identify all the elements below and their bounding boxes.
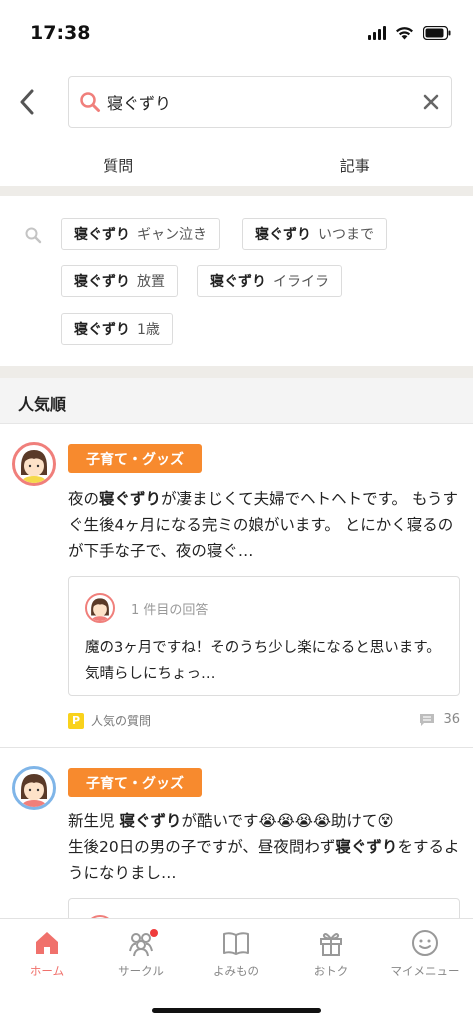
search-input[interactable]: 寝ぐずり (68, 76, 452, 128)
sort-header: 人気順 (0, 378, 473, 424)
answer-preview[interactable] (68, 898, 460, 918)
question-card[interactable]: 子育て・グッズ 夜の寝ぐずりが凄まじくて夫婦でヘトヘトです。 もうすぐ生後4ヶ月… (0, 424, 473, 748)
nav-deals[interactable]: おトク (284, 929, 378, 989)
cellular-signal-icon (368, 26, 386, 40)
status-icons (368, 26, 451, 40)
user-avatar-icon (21, 450, 47, 483)
question-text[interactable]: 新生児 寝ぐずりが酷いです😭😭😭😭助けて😵 生後20日の男の子ですが、昼夜問わず寝… (68, 808, 463, 886)
home-icon (36, 932, 58, 954)
keyword-chip[interactable]: 寝ぐずり イライラ (197, 265, 342, 297)
nav-home[interactable]: ホーム (0, 929, 94, 989)
nav-reading[interactable]: よみもの (189, 929, 283, 989)
chevron-left-icon (20, 89, 34, 115)
home-indicator (152, 1008, 321, 1013)
keyword-chip[interactable]: 寝ぐずり 放置 (61, 265, 178, 297)
tab-questions[interactable]: 質問 (0, 144, 237, 190)
close-icon (423, 94, 439, 110)
avatar (12, 766, 56, 810)
related-keywords: 寝ぐずり ギャン泣き 寝ぐずり いつまで 寝ぐずり 放置 寝ぐずり イライラ 寝ぐずり 1… (0, 196, 473, 366)
nav-label: ホーム (29, 964, 65, 978)
popular-question-label: P 人気の質問 (68, 712, 151, 729)
sort-order-label: 人気順 (18, 395, 67, 414)
keyword-chip-keyword: 寝ぐずり (210, 274, 266, 290)
keyword-chip[interactable]: 寝ぐずり ギャン泣き (61, 218, 220, 250)
status-time: 17:38 (30, 22, 91, 44)
user-avatar-icon (21, 774, 47, 807)
keyword-chip-keyword: 寝ぐずり (74, 274, 130, 290)
avatar (12, 442, 56, 486)
smiley-icon (412, 930, 438, 956)
search-icon (25, 227, 42, 244)
answer-preview[interactable]: 1 件目の回答 魔の3ヶ月ですね！そのうち少し楽になると思います。 気晴らしにち… (68, 576, 460, 696)
comment-icon (420, 713, 435, 726)
search-icon (80, 92, 100, 112)
keyword-chip-keyword: 寝ぐずり (255, 227, 311, 243)
wifi-icon (396, 27, 413, 40)
keyword-chip-extra: いつまで (318, 227, 374, 243)
nav-label: マイメニュー (390, 964, 460, 978)
section-divider (0, 186, 473, 196)
notification-badge (150, 929, 158, 937)
back-button[interactable] (12, 82, 42, 122)
nav-label: サークル (118, 964, 164, 978)
tab-bar: 質問 記事 (0, 144, 473, 190)
avatar (85, 593, 115, 623)
category-tag[interactable]: 子育て・グッズ (68, 768, 202, 797)
user-avatar-icon (91, 598, 109, 621)
comment-count: 36 (419, 712, 460, 727)
keyword-chip[interactable]: 寝ぐずり 1歳 (61, 313, 173, 345)
answer-label: 1 件目の回答 (131, 603, 209, 618)
keyword-chip-extra: 1歳 (137, 322, 160, 338)
category-tag[interactable]: 子育て・グッズ (68, 444, 202, 473)
search-query-text[interactable]: 寝ぐずり (107, 90, 411, 114)
question-text[interactable]: 夜の寝ぐずりが凄まじくて夫婦でヘトヘトです。 もうすぐ生後4ヶ月になる完ミの娘が… (68, 486, 463, 564)
answer-text: 魔の3ヶ月ですね！そのうち少し楽になると思います。 気晴らしにちょっ… (85, 640, 441, 682)
battery-icon (423, 26, 451, 40)
section-divider (0, 366, 473, 378)
nav-label: よみもの (213, 964, 259, 978)
nav-my-menu[interactable]: マイメニュー (378, 929, 472, 989)
search-header: 寝ぐずり (0, 62, 473, 144)
nav-label: おトク (313, 964, 349, 978)
question-card[interactable]: 子育て・グッズ 新生児 寝ぐずりが酷いです😭😭😭😭助けて😵 生後20日の男の子です… (0, 748, 473, 918)
keyword-chip-extra: イライラ (273, 274, 329, 290)
keyword-chip-extra: ギャン泣き (137, 227, 207, 243)
keyword-chip-keyword: 寝ぐずり (74, 227, 130, 243)
keyword-chip-extra: 放置 (137, 274, 165, 290)
nav-circle[interactable]: サークル (94, 929, 188, 989)
clear-search-button[interactable] (411, 82, 451, 122)
tab-articles[interactable]: 記事 (237, 144, 473, 188)
popular-icon: P (68, 712, 84, 729)
gift-icon (320, 933, 342, 956)
keyword-chip[interactable]: 寝ぐずり いつまで (242, 218, 387, 250)
keyword-chip-keyword: 寝ぐずり (74, 322, 130, 338)
status-bar: 17:38 (0, 0, 473, 62)
book-icon (223, 932, 249, 955)
